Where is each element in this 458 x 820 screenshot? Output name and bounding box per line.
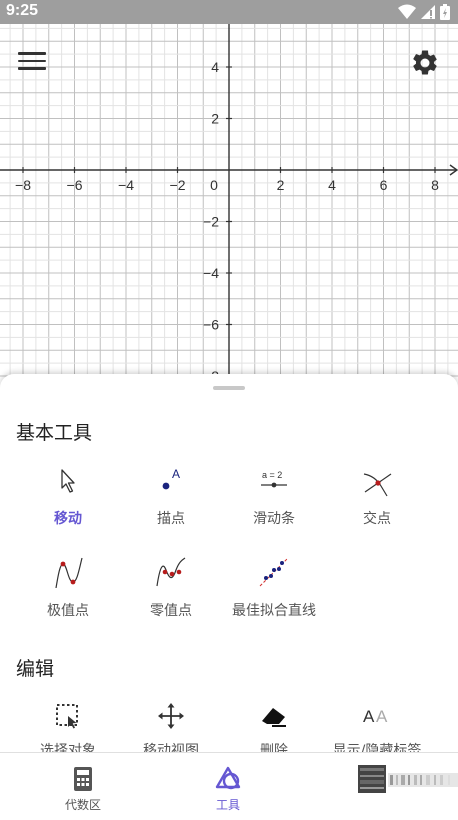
fit-line-icon [259, 557, 289, 587]
svg-text:a = 2: a = 2 [262, 470, 282, 480]
tool-roots[interactable]: 零值点 [119, 556, 223, 636]
y-tick-label: 2 [211, 111, 219, 127]
tool-label: 交点 [363, 511, 391, 527]
x-tick-label: −2 [170, 177, 186, 193]
status-icons [398, 4, 450, 20]
tool-intersect[interactable]: 交点 [325, 466, 429, 546]
svg-text:A: A [363, 707, 375, 726]
battery-icon [440, 4, 450, 20]
tool-label: 移动视图 [143, 743, 199, 752]
tool-extremum[interactable]: 极值点 [16, 556, 120, 636]
menu-button[interactable] [18, 52, 46, 74]
extremum-icon [55, 557, 83, 588]
nav-tools[interactable]: 工具 [152, 753, 304, 820]
coordinate-grid[interactable]: −8−6−4−202468642−2−4−6−8 [0, 0, 458, 380]
svg-text:A: A [376, 707, 388, 726]
status-time: 9:25 [6, 2, 39, 19]
tool-label: 零值点 [150, 603, 192, 619]
section-title-edit: 编辑 [16, 658, 55, 680]
tool-label: 删除 [260, 743, 288, 752]
tool-move-view[interactable]: 移动视图 [119, 700, 223, 752]
svg-text:A: A [172, 467, 180, 481]
x-tick-label: 2 [277, 177, 285, 193]
x-tick-label: 6 [380, 177, 388, 193]
nav-algebra[interactable]: 代数区 [7, 753, 159, 820]
x-tick-label: 0 [210, 177, 218, 193]
calculator-icon [74, 767, 92, 791]
section-title-basic: 基本工具 [16, 422, 93, 444]
move-arrow-icon [61, 469, 75, 493]
select-icon [56, 704, 78, 729]
show-hide-label-icon: A A [363, 707, 388, 726]
x-tick-label: 8 [431, 177, 439, 193]
settings-button[interactable] [410, 48, 440, 78]
tools-icon [215, 766, 241, 790]
eraser-icon [262, 708, 286, 727]
graphics-thumbnail-icon [358, 765, 458, 793]
drag-handle[interactable] [213, 386, 245, 390]
tool-label: 移动 [54, 511, 82, 527]
nav-label: 代数区 [64, 798, 101, 812]
tool-fit-line[interactable]: 最佳拟合直线 [222, 556, 326, 636]
tool-delete[interactable]: 删除 [222, 700, 326, 752]
point-icon: A [162, 467, 180, 490]
menu-icon [18, 52, 46, 70]
gear-icon [413, 50, 437, 75]
x-tick-label: −6 [67, 177, 83, 193]
nav-graphics-thumbnail[interactable] [298, 753, 458, 820]
tool-point[interactable]: A 描点 [119, 466, 223, 546]
y-tick-label: 4 [211, 59, 219, 75]
tool-label: 最佳拟合直线 [232, 603, 316, 619]
y-tick-label: −4 [203, 265, 219, 281]
x-tick-label: −8 [15, 177, 31, 193]
x-tick-label: −4 [118, 177, 134, 193]
y-tick-label: −6 [203, 317, 219, 333]
tools-panel: 基本工具 移动 A 描点 a = 2 滑动条 交点 极值点 零值点 最佳拟合直线… [0, 374, 458, 752]
tool-slider[interactable]: a = 2 滑动条 [222, 466, 326, 546]
tool-label: 显示/隐藏标签 [332, 743, 422, 752]
wifi-icon [398, 4, 416, 19]
status-bar: 9:25 [0, 0, 458, 24]
tool-show-hide-label[interactable]: A A 显示/隐藏标签 [325, 700, 429, 752]
signal-icon [421, 5, 435, 19]
intersect-icon [363, 473, 392, 497]
nav-label: 工具 [215, 798, 240, 812]
roots-icon [156, 557, 186, 587]
bottom-navigation: 代数区 工具 [0, 752, 458, 820]
tool-label: 极值点 [47, 603, 89, 619]
slider-icon: a = 2 [261, 470, 287, 488]
tool-select-object[interactable]: 选择对象 [16, 700, 120, 752]
x-tick-label: 4 [328, 177, 336, 193]
tool-label: 选择对象 [40, 743, 96, 752]
graphics-view[interactable]: −8−6−4−202468642−2−4−6−8 [0, 0, 458, 380]
y-tick-label: −2 [203, 214, 219, 230]
tool-label: 描点 [157, 511, 185, 527]
move-view-icon [158, 703, 184, 729]
tool-move[interactable]: 移动 [16, 466, 120, 546]
tool-label: 滑动条 [253, 511, 295, 527]
